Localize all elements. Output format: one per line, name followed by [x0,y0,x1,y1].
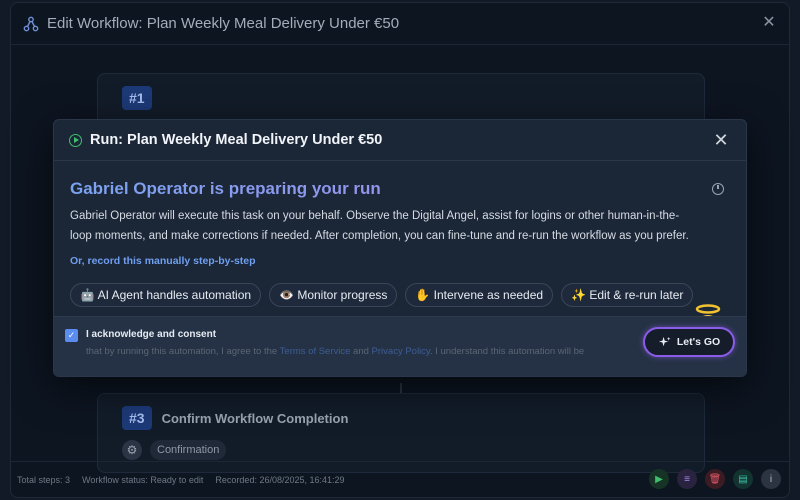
feature-chip-monitor: 👁️ Monitor progress [269,283,398,307]
gear-icon: ⚙ [122,440,142,460]
lets-go-label: Let's GO [676,336,721,348]
consent-text-before: that by running this automation, I agree… [86,346,280,357]
privacy-link[interactable]: Privacy Policy [372,346,430,357]
clipboard-icon[interactable]: ▤ [733,469,753,489]
consent-title: I acknowledge and consent [86,329,217,340]
feature-chip-edit-rerun: ✨ Edit & re-run later [561,283,694,307]
run-description: Gabriel Operator will execute this task … [70,210,689,242]
workflow-status: Workflow status: Ready to edit [82,474,204,485]
record-manually-link[interactable]: Or, record this manually step-by-step [70,255,256,267]
workflow-icon [23,16,39,31]
text-align-icon[interactable]: ≡ [677,469,697,489]
lets-go-button[interactable]: Let's GO [643,327,735,357]
close-icon[interactable]: ✕ [712,131,730,149]
preparing-heading: Gabriel Operator is preparing your run [70,179,730,199]
trash-icon[interactable]: 🗑 [705,469,725,489]
timer-icon[interactable] [712,183,724,195]
play-circle-icon [69,133,82,147]
edit-workflow-title: Edit Workflow: Plan Weekly Meal Delivery… [47,15,400,32]
feature-chip-automation: 🤖 AI Agent handles automation [70,283,262,307]
step-number: #3 [122,406,152,430]
close-icon[interactable]: ✕ [761,15,777,31]
run-modal: Run: Plan Weekly Meal Delivery Under €50… [53,119,747,377]
step-title: Confirm Workflow Completion [161,410,349,426]
consent-checkbox[interactable]: ✓ [65,329,78,342]
consent-text-after: . I understand this automation will be [429,346,585,357]
step-type-chip: Confirmation [150,440,227,460]
step-number: #1 [122,86,152,110]
sparkle-icon [658,336,671,346]
info-icon[interactable]: i [761,469,781,489]
consent-text-and: and [350,346,372,357]
run-modal-header: Run: Plan Weekly Meal Delivery Under €50 [54,120,746,161]
edit-workflow-header: Edit Workflow: Plan Weekly Meal Delivery… [11,3,789,45]
consent-section: ✓ I acknowledge and consent that by runn… [54,316,746,376]
run-icon[interactable]: ▶ [649,469,669,489]
consent-text: that by running this automation, I agree… [86,346,584,357]
feature-chip-intervene: ✋ Intervene as needed [405,283,554,307]
run-modal-title: Run: Plan Weekly Meal Delivery Under €50 [90,132,383,148]
feature-chips: 🤖 AI Agent handles automation 👁️ Monitor… [70,283,730,307]
terms-link[interactable]: Terms of Service [280,346,351,357]
total-steps: Total steps: 3 [17,474,71,485]
recorded-timestamp: Recorded: 26/08/2025, 16:41:29 [215,474,345,485]
workflow-footer: Total steps: 3 Workflow status: Ready to… [11,461,789,497]
